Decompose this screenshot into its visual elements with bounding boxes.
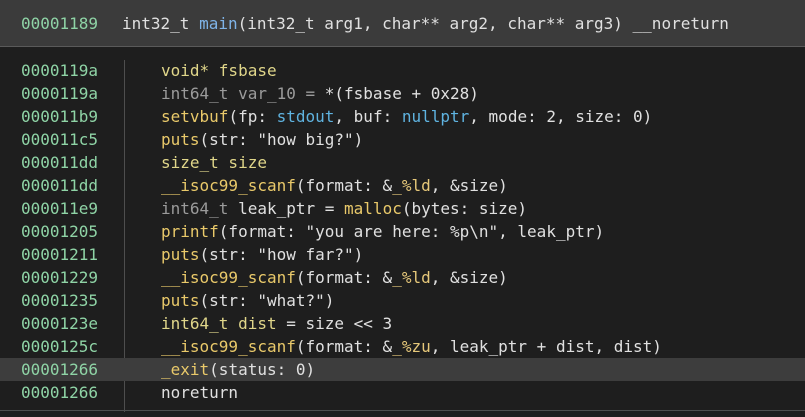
line-address[interactable]: 000011e9 — [21, 199, 98, 218]
decompiler-view: 00001189 int32_t main(int32_t arg1, char… — [0, 0, 805, 417]
line-address[interactable]: 000011b9 — [21, 107, 98, 126]
line-code[interactable]: puts(str: "how big?") — [161, 130, 363, 149]
code-token[interactable]: , &size) — [431, 176, 508, 195]
code-token[interactable]: _%ld — [392, 176, 431, 195]
line-address[interactable]: 00001211 — [21, 245, 98, 264]
line-address[interactable]: 0000123e — [21, 314, 98, 333]
code-token[interactable]: void* fsbase — [161, 61, 277, 80]
code-line[interactable]: 00001266 noreturn — [0, 381, 805, 404]
code-token[interactable]: , buf: — [334, 107, 401, 126]
line-address[interactable]: 00001235 — [21, 291, 98, 310]
code-token[interactable]: , &size) — [431, 268, 508, 287]
code-line[interactable]: 00001266 _exit(status: 0) — [0, 358, 805, 381]
code-token[interactable]: setvbuf — [161, 107, 228, 126]
code-token[interactable]: puts — [161, 130, 200, 149]
line-code[interactable]: int64_t dist = size << 3 — [161, 314, 392, 333]
code-line[interactable]: 0000125c __isoc99_scanf(format: &_%zu, le… — [0, 335, 805, 358]
code-token[interactable]: stdout — [277, 107, 335, 126]
code-line[interactable]: 000011b9 setvbuf(fp: stdout, buf: nullptr… — [0, 105, 805, 128]
line-code[interactable]: __isoc99_scanf(format: &_%zu, leak_ptr +… — [161, 337, 662, 356]
code-token[interactable]: , leak_ptr + dist, dist) — [431, 337, 662, 356]
line-code[interactable]: void* fsbase — [161, 61, 277, 80]
code-token[interactable]: (str: "what?") — [200, 291, 335, 310]
code-token[interactable]: leak_ptr = — [238, 199, 344, 218]
code-line[interactable]: 00001211 puts(str: "how far?") — [0, 243, 805, 266]
function-header[interactable]: 00001189 int32_t main(int32_t arg1, char… — [0, 0, 805, 47]
code-token[interactable]: printf — [161, 222, 219, 241]
code-line[interactable]: 000011dd size_t size — [0, 151, 805, 174]
code-line[interactable]: 00001205 printf(format: "you are here: %p… — [0, 220, 805, 243]
code-token[interactable]: (fp: — [228, 107, 276, 126]
code-lines: 0000119a void* fsbase 0000119a int64_t var_… — [0, 59, 805, 404]
line-address[interactable]: 00001205 — [21, 222, 98, 241]
code-token[interactable]: (format: & — [296, 268, 392, 287]
line-address[interactable]: 000011c5 — [21, 130, 98, 149]
code-token[interactable]: , mode: 2, size: 0) — [469, 107, 652, 126]
code-token[interactable]: int64_t — [161, 199, 238, 218]
code-token[interactable]: (str: "how far?") — [200, 245, 364, 264]
line-code[interactable]: __isoc99_scanf(format: &_%ld, &size) — [161, 268, 508, 287]
code-token[interactable]: (format: & — [296, 337, 392, 356]
code-token[interactable]: puts — [161, 245, 200, 264]
code-token[interactable]: (bytes: size) — [402, 199, 527, 218]
signature-token[interactable]: int32_t — [122, 14, 199, 33]
code-token[interactable]: (format: & — [296, 176, 392, 195]
line-code[interactable]: __isoc99_scanf(format: &_%ld, &size) — [161, 176, 508, 195]
line-code[interactable]: size_t size — [161, 153, 267, 172]
code-token[interactable]: *(fsbase + 0x28) — [325, 84, 479, 103]
code-token[interactable]: int64_t dist — [161, 314, 277, 333]
signature-token[interactable]: (int32_t arg1, char** arg2, char** arg3)… — [238, 14, 729, 33]
line-code[interactable]: noreturn — [161, 383, 238, 402]
code-line[interactable]: 000011e9 int64_t leak_ptr = malloc(bytes:… — [0, 197, 805, 220]
line-address[interactable]: 00001266 — [21, 360, 98, 379]
line-code[interactable]: puts(str: "what?") — [161, 291, 334, 310]
code-token[interactable]: __isoc99_scanf — [161, 268, 296, 287]
code-line[interactable]: 000011c5 puts(str: "how big?") — [0, 128, 805, 151]
code-line[interactable]: 00001229 __isoc99_scanf(format: &_%ld, &s… — [0, 266, 805, 289]
bottom-divider — [0, 410, 805, 411]
code-token[interactable]: _exit — [161, 360, 209, 379]
code-token[interactable]: = size << 3 — [277, 314, 392, 333]
code-token[interactable]: size_t size — [161, 153, 267, 172]
code-line[interactable]: 000011dd __isoc99_scanf(format: &_%ld, &s… — [0, 174, 805, 197]
code-token[interactable]: _%ld — [392, 268, 431, 287]
line-code[interactable]: puts(str: "how far?") — [161, 245, 363, 264]
code-token[interactable]: malloc — [344, 199, 402, 218]
line-address[interactable]: 0000119a — [21, 61, 98, 80]
line-code[interactable]: printf(format: "you are here: %p\n", lea… — [161, 222, 604, 241]
line-address[interactable]: 0000119a — [21, 84, 98, 103]
line-address[interactable]: 000011dd — [21, 153, 98, 172]
line-code[interactable]: _exit(status: 0) — [161, 360, 315, 379]
signature-token[interactable]: main — [199, 14, 238, 33]
code-token[interactable]: nullptr — [402, 107, 469, 126]
code-token[interactable]: puts — [161, 291, 200, 310]
line-address[interactable]: 00001266 — [21, 383, 98, 402]
code-token[interactable]: (str: "how big?") — [200, 130, 364, 149]
code-line[interactable]: 00001235 puts(str: "what?") — [0, 289, 805, 312]
code-line[interactable]: 0000119a void* fsbase — [0, 59, 805, 82]
code-token[interactable]: noreturn — [161, 383, 238, 402]
code-line[interactable]: 0000119a int64_t var_10 = *(fsbase + 0x28… — [0, 82, 805, 105]
line-address[interactable]: 0000125c — [21, 337, 98, 356]
line-address[interactable]: 000011dd — [21, 176, 98, 195]
line-code[interactable]: int64_t var_10 = *(fsbase + 0x28) — [161, 84, 479, 103]
code-token[interactable]: _%zu — [392, 337, 431, 356]
function-signature[interactable]: int32_t main(int32_t arg1, char** arg2, … — [122, 14, 729, 33]
function-address: 00001189 — [21, 14, 99, 33]
code-token[interactable]: (format: "you are here: %p\n", leak_ptr) — [219, 222, 604, 241]
code-line[interactable]: 0000123e int64_t dist = size << 3 — [0, 312, 805, 335]
code-token[interactable]: __isoc99_scanf — [161, 337, 296, 356]
line-address[interactable]: 00001229 — [21, 268, 98, 287]
code-token[interactable]: __isoc99_scanf — [161, 176, 296, 195]
line-code[interactable]: setvbuf(fp: stdout, buf: nullptr, mode: … — [161, 107, 652, 126]
code-token[interactable]: int64_t var_10 = — [161, 84, 325, 103]
code-token[interactable]: (status: 0) — [209, 360, 315, 379]
line-code[interactable]: int64_t leak_ptr = malloc(bytes: size) — [161, 199, 527, 218]
